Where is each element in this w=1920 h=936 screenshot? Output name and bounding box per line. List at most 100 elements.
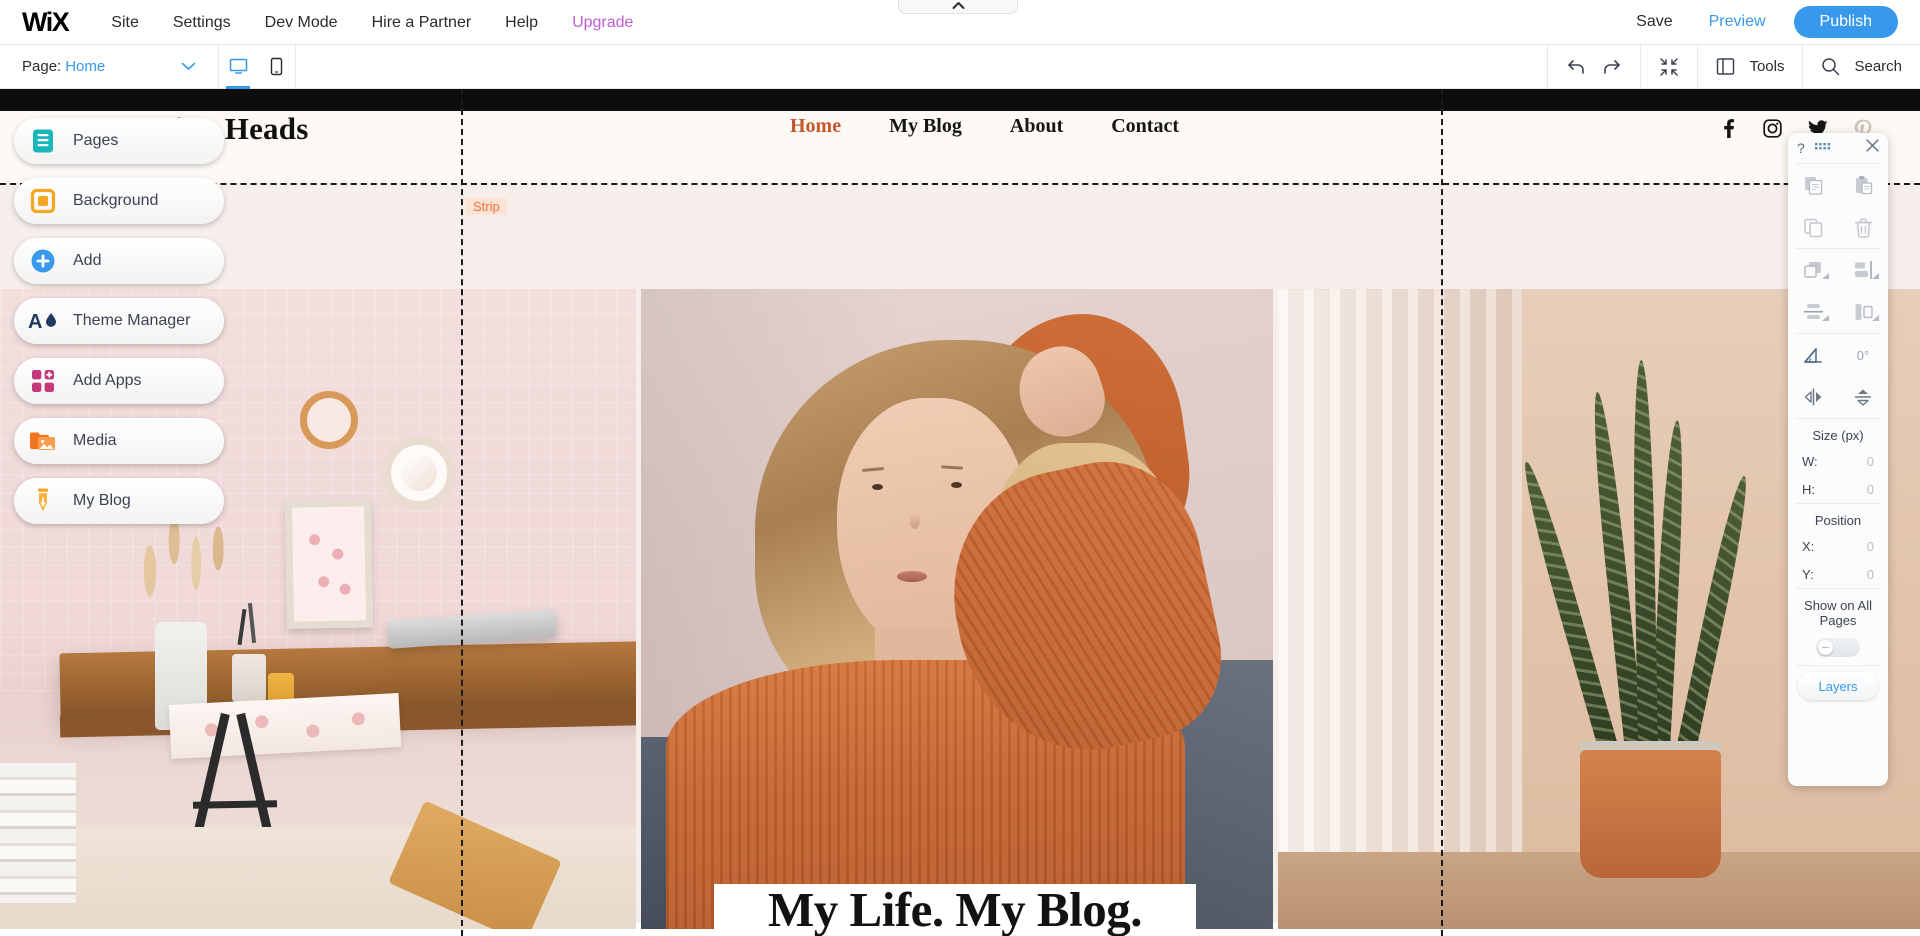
hero-title-text: My Life. My Blog.: [768, 882, 1142, 936]
preview-button[interactable]: Preview: [1691, 13, 1784, 31]
height-label: H:: [1802, 481, 1815, 497]
zoom-out-icon: [1660, 57, 1679, 76]
rotate-button[interactable]: [1788, 346, 1838, 365]
undo-button[interactable]: [1566, 58, 1587, 76]
caret-icon: [1822, 266, 1829, 284]
background-icon: [27, 185, 59, 217]
panel-header: ?: [1788, 133, 1888, 163]
instagram-icon[interactable]: [1763, 119, 1782, 143]
site-nav-item-contact[interactable]: Contact: [1111, 115, 1179, 138]
editor-left-sidebar: Pages Background Add A Theme Manager Add…: [14, 118, 224, 538]
duplicate-icon: [1803, 218, 1822, 237]
duplicate-button[interactable]: [1788, 206, 1838, 248]
flip-horizontal-button[interactable]: [1788, 388, 1838, 406]
distribute-button[interactable]: [1788, 291, 1838, 333]
mobile-view-button[interactable]: [257, 45, 295, 89]
distribute-icon: [1803, 304, 1823, 319]
strip-top-guide: [0, 183, 1920, 185]
add-icon: [27, 245, 59, 277]
site-canvas[interactable]: Turning Heads Home My Blog About Contact: [0, 89, 1920, 936]
sidebar-item-label: Background: [73, 192, 159, 209]
width-label: W:: [1802, 453, 1818, 469]
desktop-icon: [229, 58, 247, 74]
sidebar-item-label: Add: [73, 252, 102, 269]
menu-item-help[interactable]: Help: [488, 0, 555, 45]
theme-manager-icon: A: [27, 305, 59, 337]
zoom-out-group[interactable]: [1640, 44, 1697, 89]
sidebar-item-media[interactable]: Media: [14, 418, 224, 464]
toolbar-right-actions: Tools Search: [1547, 44, 1920, 89]
desktop-view-button[interactable]: [219, 45, 257, 89]
rotate-value[interactable]: 0°: [1838, 348, 1888, 363]
svg-text:A: A: [28, 311, 42, 333]
mobile-icon: [270, 57, 282, 76]
save-button[interactable]: Save: [1618, 13, 1690, 31]
tools-icon: [1716, 57, 1735, 76]
layers-button[interactable]: Layers: [1798, 672, 1878, 700]
media-icon: [27, 425, 59, 457]
flip-row: [1788, 376, 1888, 418]
tools-button[interactable]: Tools: [1697, 44, 1802, 89]
size-section-title: Size (px): [1812, 428, 1864, 443]
redo-button[interactable]: [1601, 58, 1622, 76]
zoom-out-button[interactable]: [1659, 57, 1679, 77]
position-section-title: Position: [1814, 513, 1862, 528]
site-nav-item-about[interactable]: About: [1010, 115, 1063, 138]
help-icon[interactable]: ?: [1797, 140, 1805, 156]
match-size-button[interactable]: [1838, 291, 1888, 333]
history-group: [1547, 44, 1640, 89]
element-toolbar-panel[interactable]: ? 0° Size (px) W: 0 H: 0 Position X: 0 Y…: [1788, 133, 1888, 786]
position-y-value: 0: [1866, 566, 1874, 582]
arrange-align-group: [1788, 249, 1888, 333]
caret-icon: [1822, 308, 1829, 326]
sidebar-item-theme-manager[interactable]: A Theme Manager: [14, 298, 224, 344]
menu-item-upgrade[interactable]: Upgrade: [555, 0, 650, 45]
top-bar-actions: Save Preview Publish: [1618, 6, 1920, 38]
my-blog-icon: [27, 485, 59, 517]
site-nav-item-my-blog[interactable]: My Blog: [889, 115, 962, 138]
menu-item-site[interactable]: Site: [94, 0, 156, 45]
align-button[interactable]: [1838, 249, 1888, 291]
sidebar-item-add[interactable]: Add: [14, 238, 224, 284]
flip-vertical-button[interactable]: [1838, 387, 1888, 407]
close-icon[interactable]: [1866, 139, 1879, 157]
redo-icon: [1604, 59, 1621, 74]
sidebar-item-label: Theme Manager: [73, 312, 191, 329]
add-apps-icon: [27, 365, 59, 397]
position-y-label: Y:: [1802, 566, 1814, 582]
drag-handle-icon[interactable]: [1814, 139, 1830, 157]
publish-button[interactable]: Publish: [1793, 6, 1898, 38]
copy-button[interactable]: [1788, 164, 1838, 206]
position-y-field[interactable]: Y: 0: [1788, 560, 1888, 588]
delete-button[interactable]: [1838, 206, 1888, 248]
hero-title-banner[interactable]: My Life. My Blog.: [714, 884, 1196, 936]
chevron-up-icon: [952, 2, 964, 9]
menu-item-settings[interactable]: Settings: [156, 0, 248, 45]
pages-icon: [27, 125, 59, 157]
site-top-black-bar[interactable]: [0, 89, 1920, 111]
page-selector-label: Page:: [22, 58, 62, 75]
wix-logo[interactable]: WiX: [22, 8, 70, 36]
sidebar-item-pages[interactable]: Pages: [14, 118, 224, 164]
paste-button[interactable]: [1838, 164, 1888, 206]
sidebar-item-add-apps[interactable]: Add Apps: [14, 358, 224, 404]
menu-item-dev-mode[interactable]: Dev Mode: [248, 0, 355, 45]
search-button[interactable]: Search: [1802, 44, 1920, 89]
facebook-icon[interactable]: [1720, 119, 1737, 143]
sidebar-item-my-blog[interactable]: My Blog: [14, 478, 224, 524]
strip-image-portrait[interactable]: [641, 289, 1273, 929]
sidebar-item-background[interactable]: Background: [14, 178, 224, 224]
arrange-button[interactable]: [1788, 249, 1838, 291]
page-selector[interactable]: Page: Home: [0, 45, 218, 89]
position-x-field[interactable]: X: 0: [1788, 532, 1888, 560]
menu-item-hire-a-partner[interactable]: Hire a Partner: [355, 0, 489, 45]
site-nav-item-home[interactable]: Home: [790, 115, 841, 138]
view-mode-switch: [219, 45, 295, 89]
clipboard-actions-group: [1788, 164, 1888, 248]
collapse-editor-chrome-tab[interactable]: [898, 0, 1018, 14]
hero-strip[interactable]: [0, 183, 1920, 929]
site-navigation-menu[interactable]: Home My Blog About Contact: [790, 115, 1179, 138]
show-on-all-pages-toggle[interactable]: [1816, 638, 1860, 657]
width-field[interactable]: W: 0: [1788, 447, 1888, 475]
height-field[interactable]: H: 0: [1788, 475, 1888, 503]
